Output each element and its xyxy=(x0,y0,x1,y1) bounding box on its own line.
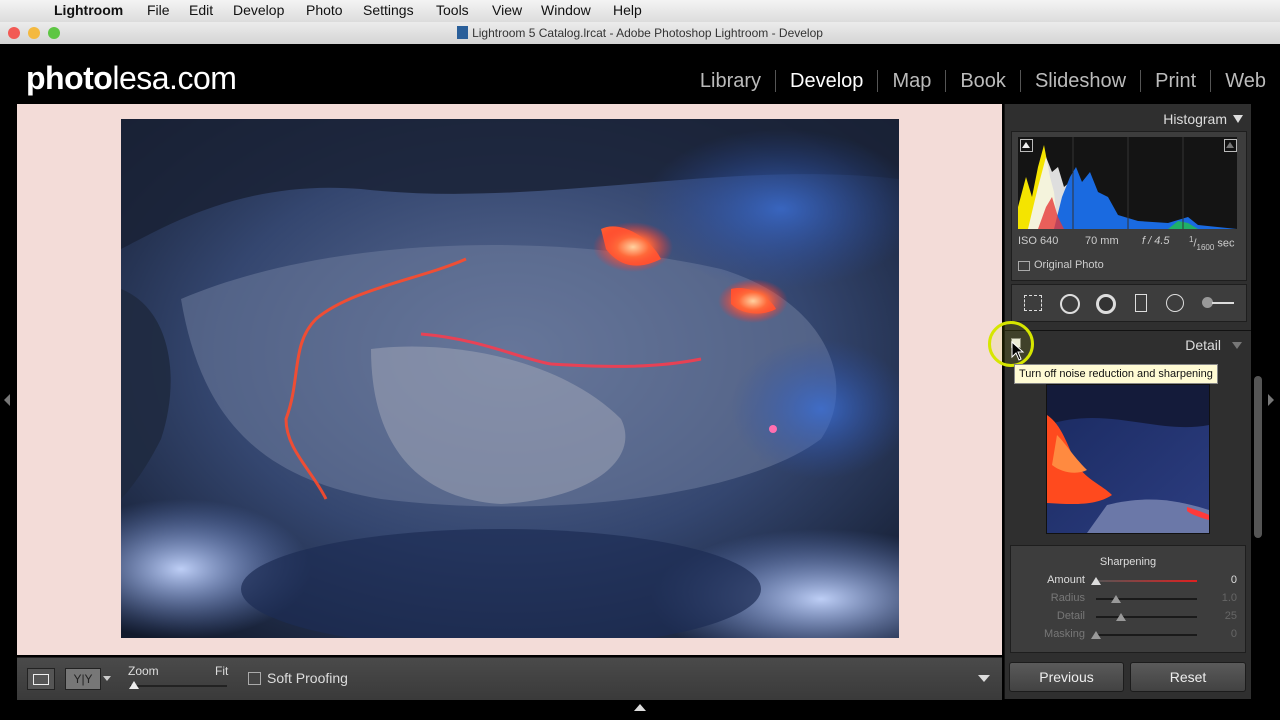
slider-value-amount[interactable]: 0 xyxy=(1207,574,1237,586)
menu-file[interactable]: File xyxy=(147,2,170,18)
menu-photo[interactable]: Photo xyxy=(306,2,343,18)
menu-help[interactable]: Help xyxy=(613,2,642,18)
menu-window[interactable]: Window xyxy=(541,2,591,18)
collapse-triangle-icon[interactable] xyxy=(1232,342,1242,349)
radial-filter-icon[interactable] xyxy=(1164,292,1188,314)
tooltip: Turn off noise reduction and sharpening xyxy=(1014,364,1218,384)
histogram-iso: ISO 640 xyxy=(1018,235,1059,247)
volcano-photo[interactable] xyxy=(121,119,899,638)
module-slideshow[interactable]: Slideshow xyxy=(1019,70,1140,92)
slider-label-radius: Radius xyxy=(1050,592,1085,604)
zoom-window-button[interactable] xyxy=(48,27,60,39)
histogram-aperture: f / 4.5 xyxy=(1142,235,1170,247)
red-eye-icon[interactable] xyxy=(1094,292,1118,314)
menu-settings[interactable]: Settings xyxy=(363,2,414,18)
histogram-panel-header[interactable]: Histogram xyxy=(1005,106,1251,132)
slider-track-masking[interactable] xyxy=(1096,634,1197,636)
slider-thumb-radius[interactable] xyxy=(1111,595,1122,603)
right-panel-toggle-icon[interactable] xyxy=(1268,394,1274,406)
identity-plate-header: photolesa.com Library Develop Map Book S… xyxy=(0,44,1280,104)
mouse-pointer-icon xyxy=(1011,341,1025,361)
module-book[interactable]: Book xyxy=(945,70,1020,92)
loupe-view-button[interactable] xyxy=(27,668,55,690)
shadow-clipping-toggle[interactable] xyxy=(1020,139,1033,152)
slider-thumb-masking[interactable] xyxy=(1091,631,1101,639)
slider-label-masking: Masking xyxy=(1044,628,1085,640)
module-map[interactable]: Map xyxy=(877,70,945,92)
menu-develop[interactable]: Develop xyxy=(233,2,284,18)
before-after-view-button[interactable]: Y|Y xyxy=(65,668,101,690)
minimize-window-button[interactable] xyxy=(28,27,40,39)
detail-title: Detail xyxy=(1185,337,1221,353)
original-photo-label: Original Photo xyxy=(1034,259,1104,271)
histogram-title: Histogram xyxy=(1163,111,1227,127)
identity-plate-logo: photolesa.com xyxy=(26,60,237,96)
menu-app-name[interactable]: Lightroom xyxy=(54,2,123,18)
soft-proofing-checkbox[interactable] xyxy=(248,672,261,685)
collapse-triangle-icon[interactable] xyxy=(1233,115,1243,123)
loupe-view-icon xyxy=(33,674,49,685)
detail-preview-image[interactable] xyxy=(1046,384,1210,534)
slider-label-amount: Amount xyxy=(1047,574,1085,586)
slider-value-radius[interactable]: 1.0 xyxy=(1207,592,1237,604)
slider-track-detail[interactable] xyxy=(1096,616,1197,618)
soft-proofing-label: Soft Proofing xyxy=(267,670,348,686)
menu-edit[interactable]: Edit xyxy=(189,2,213,18)
original-photo-checkbox[interactable] xyxy=(1018,261,1030,271)
module-develop[interactable]: Develop xyxy=(775,70,877,92)
module-web[interactable]: Web xyxy=(1210,70,1280,92)
module-picker: Library Develop Map Book Slideshow Print… xyxy=(686,70,1280,92)
toolbar-options-chevron-icon[interactable] xyxy=(978,675,990,682)
slider-thumb-detail[interactable] xyxy=(1116,613,1127,621)
window-title-bar: Lightroom 5 Catalog.lrcat - Adobe Photos… xyxy=(0,22,1280,45)
adjustment-brush-icon[interactable] xyxy=(1200,292,1236,314)
zoom-slider[interactable] xyxy=(130,685,227,687)
highlight-clipping-toggle[interactable] xyxy=(1224,139,1237,152)
histogram-focal-length: 70 mm xyxy=(1085,235,1119,247)
slider-value-detail[interactable]: 25 xyxy=(1207,610,1237,622)
crop-overlay-icon[interactable] xyxy=(1021,292,1045,314)
left-panel-toggle-icon[interactable] xyxy=(4,394,10,406)
slider-value-masking[interactable]: 0 xyxy=(1207,628,1237,640)
close-window-button[interactable] xyxy=(8,27,20,39)
module-library[interactable]: Library xyxy=(686,70,775,92)
slider-thumb-amount[interactable] xyxy=(1091,577,1101,585)
previous-button[interactable]: Previous xyxy=(1009,662,1124,692)
slider-label-detail: Detail xyxy=(1056,610,1085,622)
window-title: Lightroom 5 Catalog.lrcat - Adobe Photos… xyxy=(472,26,823,40)
detail-panel-header[interactable]: Detail xyxy=(1005,330,1251,359)
right-panel-scrollbar[interactable] xyxy=(1254,376,1262,538)
shadow-clipping-icon xyxy=(1022,142,1030,148)
zoom-slider-thumb[interactable] xyxy=(129,681,139,689)
sharpening-box: Sharpening Amount 0 Radius 1.0 Detail 25 Maski… xyxy=(1010,545,1246,653)
reset-button[interactable]: Reset xyxy=(1130,662,1246,692)
graduated-filter-icon[interactable] xyxy=(1130,292,1154,314)
menu-view[interactable]: View xyxy=(492,2,522,18)
slider-track-amount[interactable] xyxy=(1096,580,1197,582)
sharpening-title: Sharpening xyxy=(1099,556,1157,568)
chevron-down-icon[interactable] xyxy=(103,676,111,681)
histogram-graph[interactable] xyxy=(1018,137,1237,229)
filmstrip-toggle-icon[interactable] xyxy=(634,704,646,711)
develop-toolbar: Y|Y Zoom Fit Soft Proofing xyxy=(17,657,1002,700)
zoom-label: Zoom xyxy=(128,664,159,678)
document-icon xyxy=(457,26,469,39)
fit-label: Fit xyxy=(215,664,229,678)
spot-removal-icon[interactable] xyxy=(1058,292,1082,314)
module-print[interactable]: Print xyxy=(1140,70,1210,92)
menu-bar: Lightroom File Edit Develop Photo Settin… xyxy=(0,0,1280,23)
histogram-shutter-speed: 1/1600 sec xyxy=(1189,235,1235,252)
highlight-clipping-icon xyxy=(1226,142,1234,148)
menu-tools[interactable]: Tools xyxy=(436,2,469,18)
